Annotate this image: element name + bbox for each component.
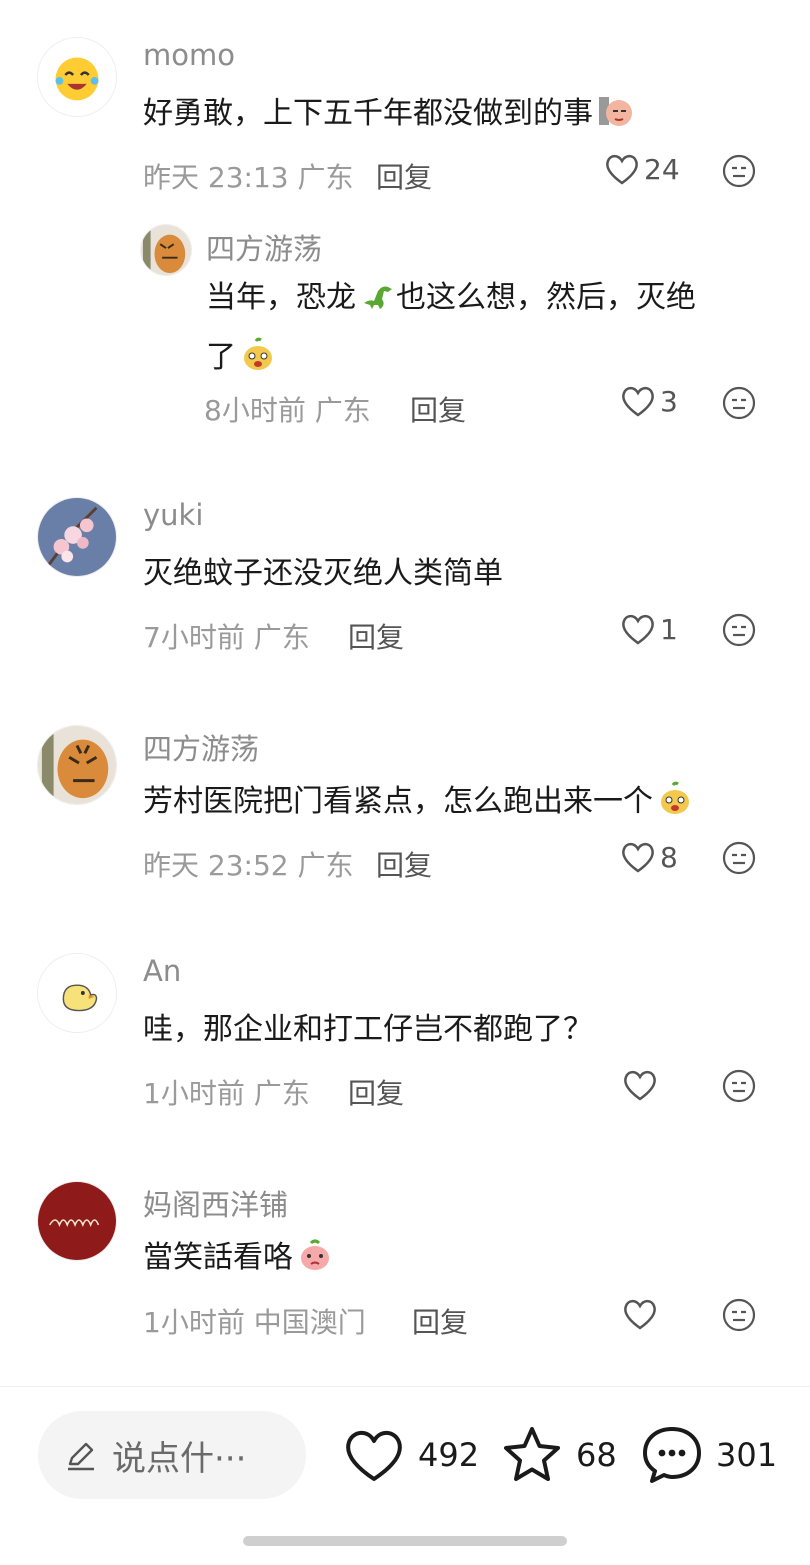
reply-button[interactable]: 回复: [412, 1301, 468, 1341]
comment-text: 好勇敢，上下五千年都没做到的事: [143, 84, 633, 144]
heart-outline-icon: [606, 154, 638, 185]
emoji-reaction-icon[interactable]: [722, 386, 756, 420]
reply-button[interactable]: 回复: [376, 156, 432, 196]
like-count: 8: [660, 840, 678, 874]
heart-outline-icon: [622, 386, 654, 417]
avatar[interactable]: [37, 953, 117, 1033]
reply-avatar[interactable]: [140, 224, 192, 276]
comment-username[interactable]: An: [143, 954, 181, 988]
comment-time-location: 昨天 23:52 广东: [143, 849, 354, 882]
emoji-reaction-icon[interactable]: [722, 1069, 756, 1103]
laughing-face-avatar-icon: [38, 38, 116, 116]
post-favorite-count: 68: [576, 1436, 617, 1474]
fruit-face-sticker-icon: [661, 781, 689, 814]
comment-username[interactable]: 四方游荡: [143, 726, 259, 768]
comment-input-placeholder: 说点什···: [112, 1438, 247, 1479]
post-like-count: 492: [418, 1436, 480, 1474]
star-icon: [504, 1427, 560, 1481]
comment-time-location: 1小时前 广东: [143, 1077, 310, 1110]
heart-outline-icon: [346, 1430, 402, 1481]
comment-text: 哇，那企业和打工仔岂不都跑了？: [143, 1012, 593, 1047]
like-count: 24: [644, 152, 680, 186]
post-comment-count: 301: [716, 1436, 778, 1474]
avatar[interactable]: [37, 37, 117, 117]
like-button[interactable]: 1: [620, 612, 678, 646]
emoji-reaction-icon[interactable]: [722, 1298, 756, 1332]
emoji-reaction-icon[interactable]: [722, 841, 756, 875]
like-button[interactable]: [622, 1068, 662, 1102]
comment-username[interactable]: yuki: [143, 498, 203, 532]
comment-text: 灭绝蚊子还没灭绝人类简单: [143, 556, 503, 591]
fruit-face-sticker-icon: [244, 337, 272, 370]
comment-username[interactable]: 妈阁西洋铺: [143, 1182, 288, 1224]
like-button[interactable]: 3: [620, 384, 678, 418]
emoji-reaction-icon[interactable]: [722, 154, 756, 188]
favorite-post-button[interactable]: 68: [500, 1423, 617, 1487]
reply-time-location: 8小时前 广东: [204, 394, 371, 427]
chat-bubble-icon: [643, 1427, 701, 1483]
like-button[interactable]: 24: [604, 152, 680, 186]
reply-button[interactable]: 回复: [348, 1072, 404, 1112]
comment-text: 芳村医院把门看紧点，怎么跑出来一个: [143, 772, 693, 832]
reply-username[interactable]: 四方游荡: [206, 226, 322, 268]
tiger-avatar-icon: [141, 225, 191, 275]
peach-face-sticker-icon: [301, 1239, 329, 1270]
avatar[interactable]: [37, 497, 117, 577]
smirk-sticker-icon: [599, 97, 632, 126]
like-post-button[interactable]: 492: [342, 1423, 479, 1487]
avatar[interactable]: [37, 725, 117, 805]
emoji-reaction-icon[interactable]: [722, 613, 756, 647]
like-count: 3: [660, 384, 678, 418]
reply-text: 当年，恐龙 也这么想，然后，灭绝 了: [206, 268, 776, 388]
like-button[interactable]: 8: [620, 840, 678, 874]
heart-outline-icon: [622, 842, 654, 873]
like-button[interactable]: [622, 1297, 662, 1331]
avatar[interactable]: [37, 1181, 117, 1261]
reply-button[interactable]: 回复: [410, 389, 466, 429]
comment-post-button[interactable]: 301: [640, 1423, 777, 1487]
like-count: 1: [660, 612, 678, 646]
comment-text: 當笑話看咯: [143, 1228, 333, 1288]
pencil-icon: [68, 1442, 94, 1471]
comment-time-location: 1小时前 中国澳门: [143, 1306, 366, 1339]
comment-username[interactable]: momo: [143, 38, 235, 72]
home-indicator[interactable]: [243, 1536, 567, 1546]
script-logo-avatar-icon: [38, 1182, 116, 1260]
comment-input[interactable]: 说点什···: [38, 1411, 306, 1499]
reply-button[interactable]: 回复: [376, 844, 432, 884]
heart-outline-icon: [624, 1070, 656, 1101]
heart-outline-icon: [624, 1299, 656, 1330]
comment-time-location: 7小时前 广东: [143, 621, 310, 654]
reply-button[interactable]: 回复: [348, 616, 404, 656]
comment-time-location: 昨天 23:13 广东: [143, 161, 354, 194]
chick-avatar-icon: [38, 954, 116, 1032]
blossom-avatar-icon: [38, 498, 116, 576]
heart-outline-icon: [622, 614, 654, 645]
tiger-avatar-icon: [38, 726, 116, 804]
dinosaur-emoji-icon: [364, 286, 392, 309]
